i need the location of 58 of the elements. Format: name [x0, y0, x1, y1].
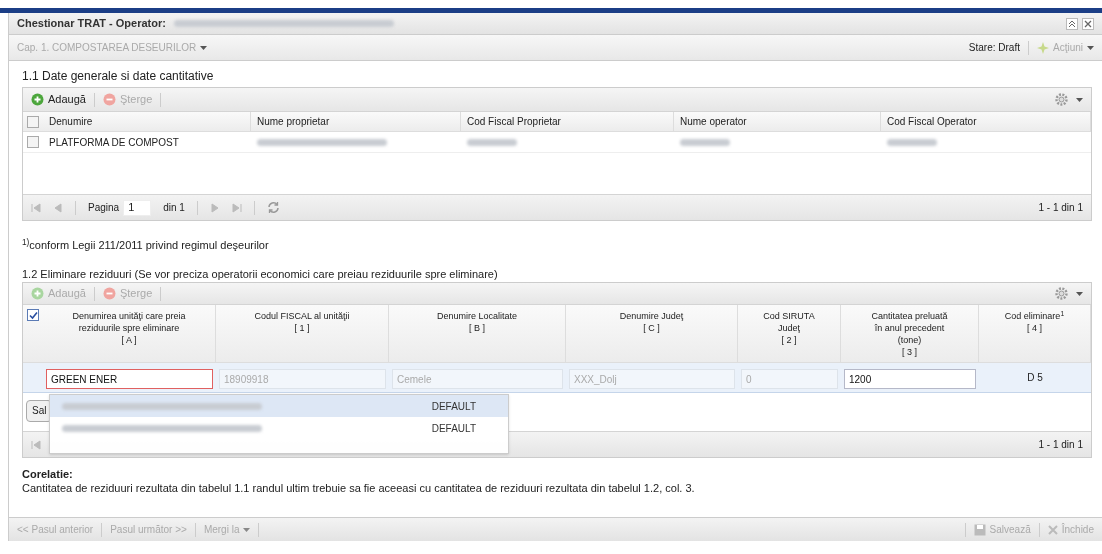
blurred-text [467, 138, 517, 146]
status-label: Stare: Draft [968, 41, 1020, 55]
gear-icon[interactable] [1055, 93, 1068, 106]
section-title: 1.1 Date generale si date cantitative [22, 68, 215, 85]
column-header[interactable]: Denumirea unităţi care preia reziduurile spre eliminare [ A ] [43, 305, 216, 362]
gear-icon[interactable] [1055, 287, 1068, 300]
input-field[interactable]: 1200 [844, 369, 976, 389]
table-cell-text: PLATFORMA DE COMPOST [49, 135, 179, 150]
last-page-icon[interactable] [231, 202, 242, 213]
page-count: din 1 [163, 201, 185, 215]
column-header[interactable]: Nume operator [674, 112, 881, 131]
collapse-icon[interactable] [1066, 17, 1078, 30]
refresh-icon[interactable] [266, 201, 280, 214]
prev-page-icon[interactable] [53, 202, 63, 213]
first-page-icon[interactable] [31, 439, 41, 450]
page-field[interactable]: 1 [123, 199, 152, 216]
column-header[interactable]: Cod eliminare$^{1}$ [ 4 ] [979, 305, 1091, 362]
close-icon [1047, 524, 1058, 535]
checkbox[interactable] [27, 136, 39, 148]
close-icon[interactable] [1082, 17, 1094, 30]
caret-icon [243, 527, 251, 532]
column-header[interactable]: Denumire Localitate [ B ] [389, 305, 566, 362]
suggestion-item[interactable]: DEFAULT [50, 395, 508, 417]
caret-icon [1076, 97, 1083, 102]
sparkle-icon [1037, 41, 1049, 54]
page-label: Pagina [88, 201, 120, 215]
page-summary: 1 - 1 din 1 [1038, 201, 1083, 215]
minus-circle-icon [102, 93, 116, 106]
caret-icon [1087, 45, 1094, 50]
table-cell-text: D 5 [1027, 371, 1043, 385]
plus-circle-icon [31, 287, 44, 300]
correlation-title: Corelatie: [22, 468, 74, 481]
caret-icon [200, 45, 208, 50]
column-header[interactable]: Cod Fiscal Operator [881, 112, 1091, 131]
suggestion-item[interactable]: DEFAULT [50, 417, 508, 439]
footnote: $^{1)}$conform Legii 211/2011 privind regimul deşeurilor [22, 237, 270, 253]
blurred-text [887, 138, 937, 146]
column-header[interactable]: Denumire Judeţ [ C ] [566, 305, 738, 362]
checkbox[interactable] [27, 309, 39, 321]
toolbar-button[interactable]: Adaugă [27, 91, 90, 108]
column-header[interactable]: Cantitatea preluată în anul precedent (tone) [ 3 ] [841, 305, 979, 362]
next-page-icon[interactable] [209, 202, 220, 213]
column-header[interactable]: Nume proprietar [251, 112, 461, 131]
column-header[interactable]: Cod SIRUTA Judeţ [ 2 ] [738, 305, 841, 362]
page-summary: 1 - 1 din 1 [1038, 438, 1083, 452]
column-header[interactable]: Denumire [43, 112, 251, 131]
minus-circle-icon [102, 287, 116, 300]
caret-icon [1076, 291, 1083, 296]
window-title: Chestionar TRAT - Operator: [17, 16, 166, 32]
section-title: 1.2 Eliminare reziduuri (Se vor preciza operatorii economici care preiau reziduurile spre eliminare) [22, 266, 499, 282]
plus-circle-icon [31, 93, 44, 106]
first-page-icon[interactable] [31, 202, 41, 213]
column-header[interactable]: Codul FISCAL al unităţii [ 1 ] [216, 305, 389, 362]
correlation-text: Cantitatea de reziduuri rezultata din tabelul 1.1 randul ultim trebuie sa fie aceeasi cu cantitatea de reziduuri rezultata din tabelul 1.2, col. 3. [22, 481, 696, 495]
column-header[interactable]: Cod Fiscal Proprietar [461, 112, 674, 131]
input-field[interactable]: GREEN ENER [46, 369, 213, 389]
checkbox[interactable] [27, 115, 39, 128]
blurred-text [680, 138, 730, 146]
